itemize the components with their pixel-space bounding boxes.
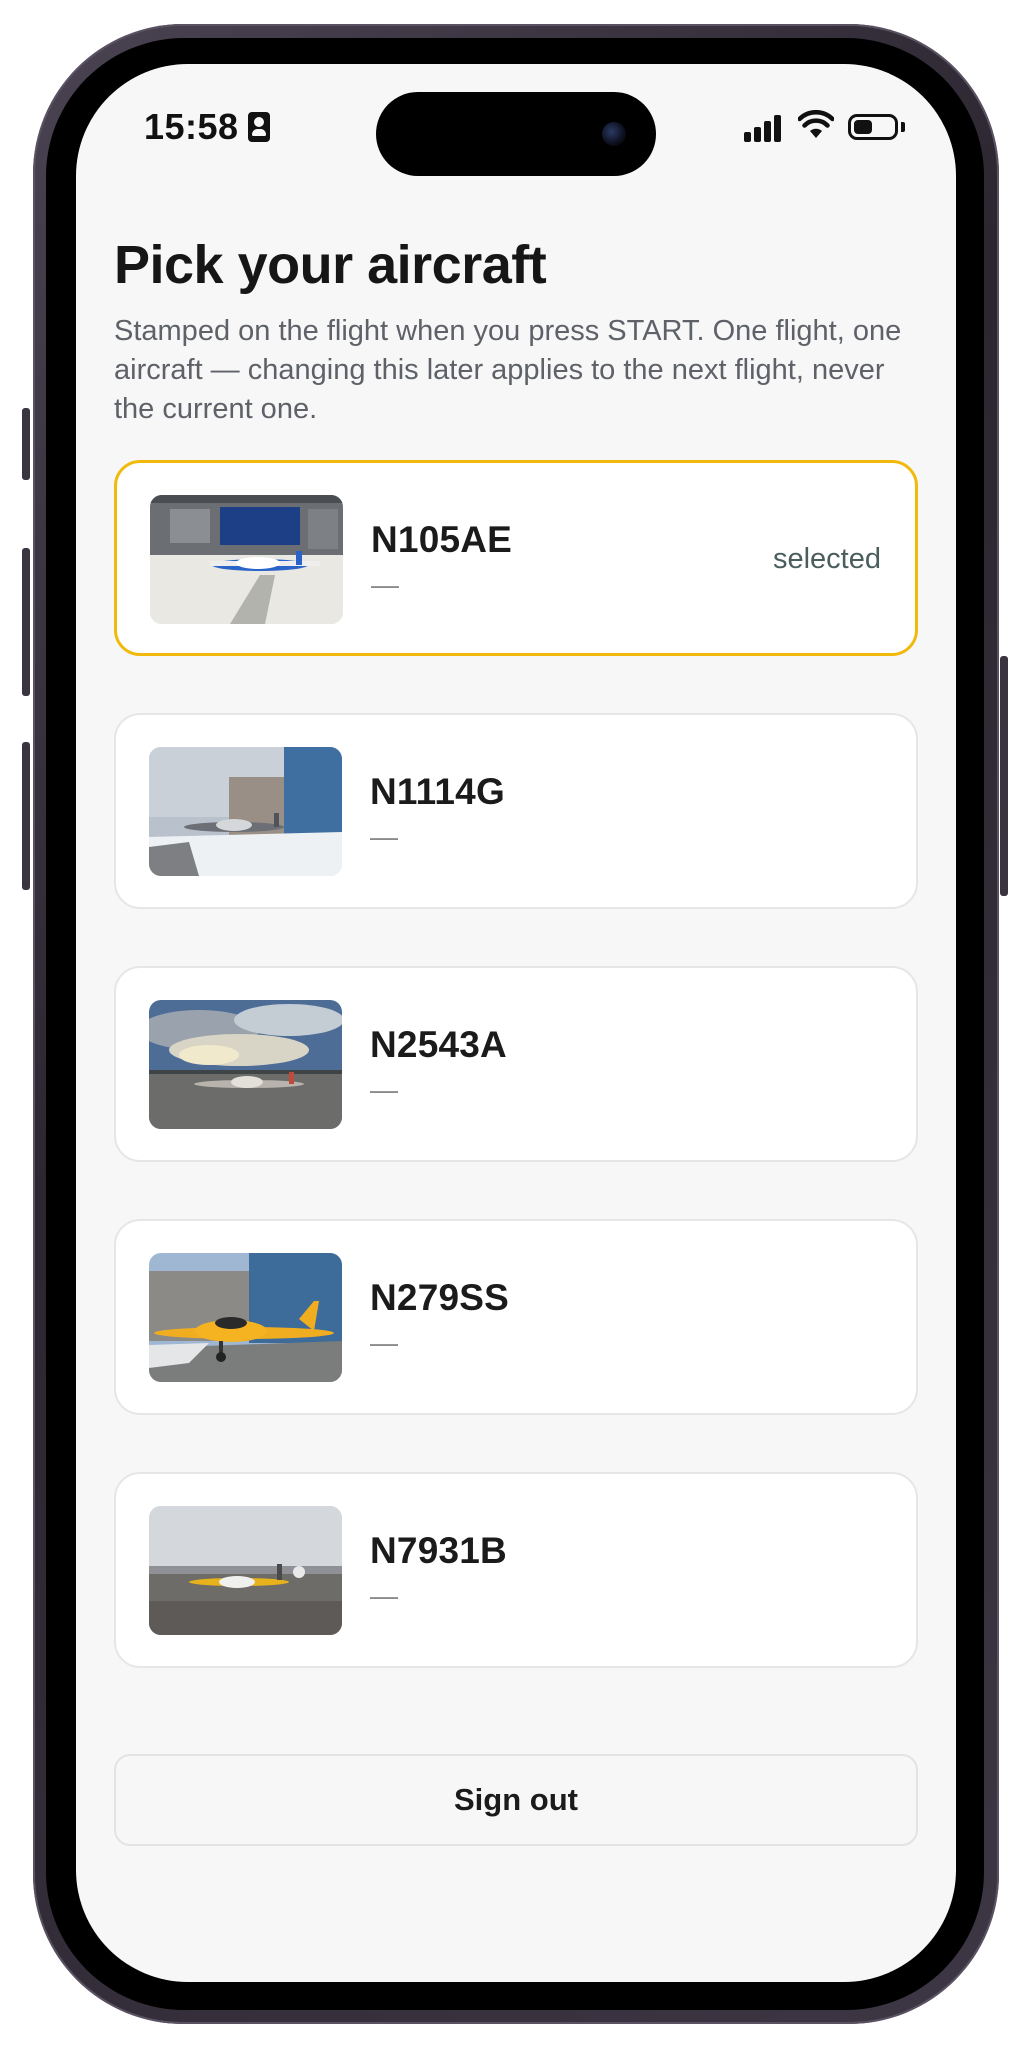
battery-tip bbox=[901, 122, 905, 132]
volume-up-button bbox=[22, 548, 30, 696]
snowy-ramp-aircraft-photo bbox=[149, 747, 342, 876]
aircraft-detail: — bbox=[370, 1580, 398, 1611]
aircraft-detail: — bbox=[370, 1327, 398, 1358]
selected-badge: selected bbox=[772, 543, 881, 575]
status-time: 15:58 bbox=[144, 106, 239, 147]
aircraft-registration: N1114G bbox=[370, 771, 505, 812]
aircraft-detail: — bbox=[370, 821, 398, 852]
power-button bbox=[1000, 656, 1008, 896]
person-card-icon bbox=[248, 112, 270, 142]
aircraft-registration: N7931B bbox=[370, 1530, 507, 1571]
aircraft-card-n1114g[interactable]: N1114G — bbox=[114, 713, 918, 909]
aircraft-detail: — bbox=[370, 1074, 398, 1105]
aircraft-registration: N279SS bbox=[370, 1277, 510, 1318]
aircraft-card-n2543a[interactable]: N2543A — bbox=[114, 966, 918, 1162]
app-screen: 15:58 Pick your aircraft Stamped on the … bbox=[76, 64, 956, 1982]
battery-icon bbox=[848, 114, 898, 140]
aircraft-card-n7931b[interactable]: N7931B — bbox=[114, 1472, 918, 1668]
aircraft-list: N105AE — selected N1114G — N2543A — N279… bbox=[114, 460, 918, 1725]
aircraft-registration: N2543A bbox=[370, 1024, 507, 1065]
aircraft-card-n279ss[interactable]: N279SS — bbox=[114, 1219, 918, 1415]
cloudy-sky-aircraft-photo bbox=[149, 1000, 342, 1129]
page-title: Pick your aircraft bbox=[114, 235, 547, 295]
wifi-icon bbox=[798, 110, 834, 138]
aircraft-detail: — bbox=[371, 569, 399, 600]
yellow-aircraft-photo bbox=[149, 1253, 342, 1382]
front-camera-icon bbox=[602, 122, 626, 146]
aircraft-card-n105ae[interactable]: N105AE — selected bbox=[114, 460, 918, 656]
aircraft-registration: N105AE bbox=[371, 519, 513, 560]
dynamic-island bbox=[376, 92, 656, 176]
battery-level bbox=[854, 120, 872, 134]
action-button bbox=[22, 408, 30, 480]
page-subtitle: Stamped on the flight when you press STA… bbox=[114, 315, 902, 425]
sign-out-button[interactable]: Sign out bbox=[114, 1754, 918, 1846]
cellular-signal-icon bbox=[744, 114, 784, 142]
hangar-aircraft-photo bbox=[150, 495, 343, 624]
status-bar: 15:58 bbox=[76, 64, 956, 204]
volume-down-button bbox=[22, 742, 30, 890]
airfield-aircraft-photo bbox=[149, 1506, 342, 1635]
